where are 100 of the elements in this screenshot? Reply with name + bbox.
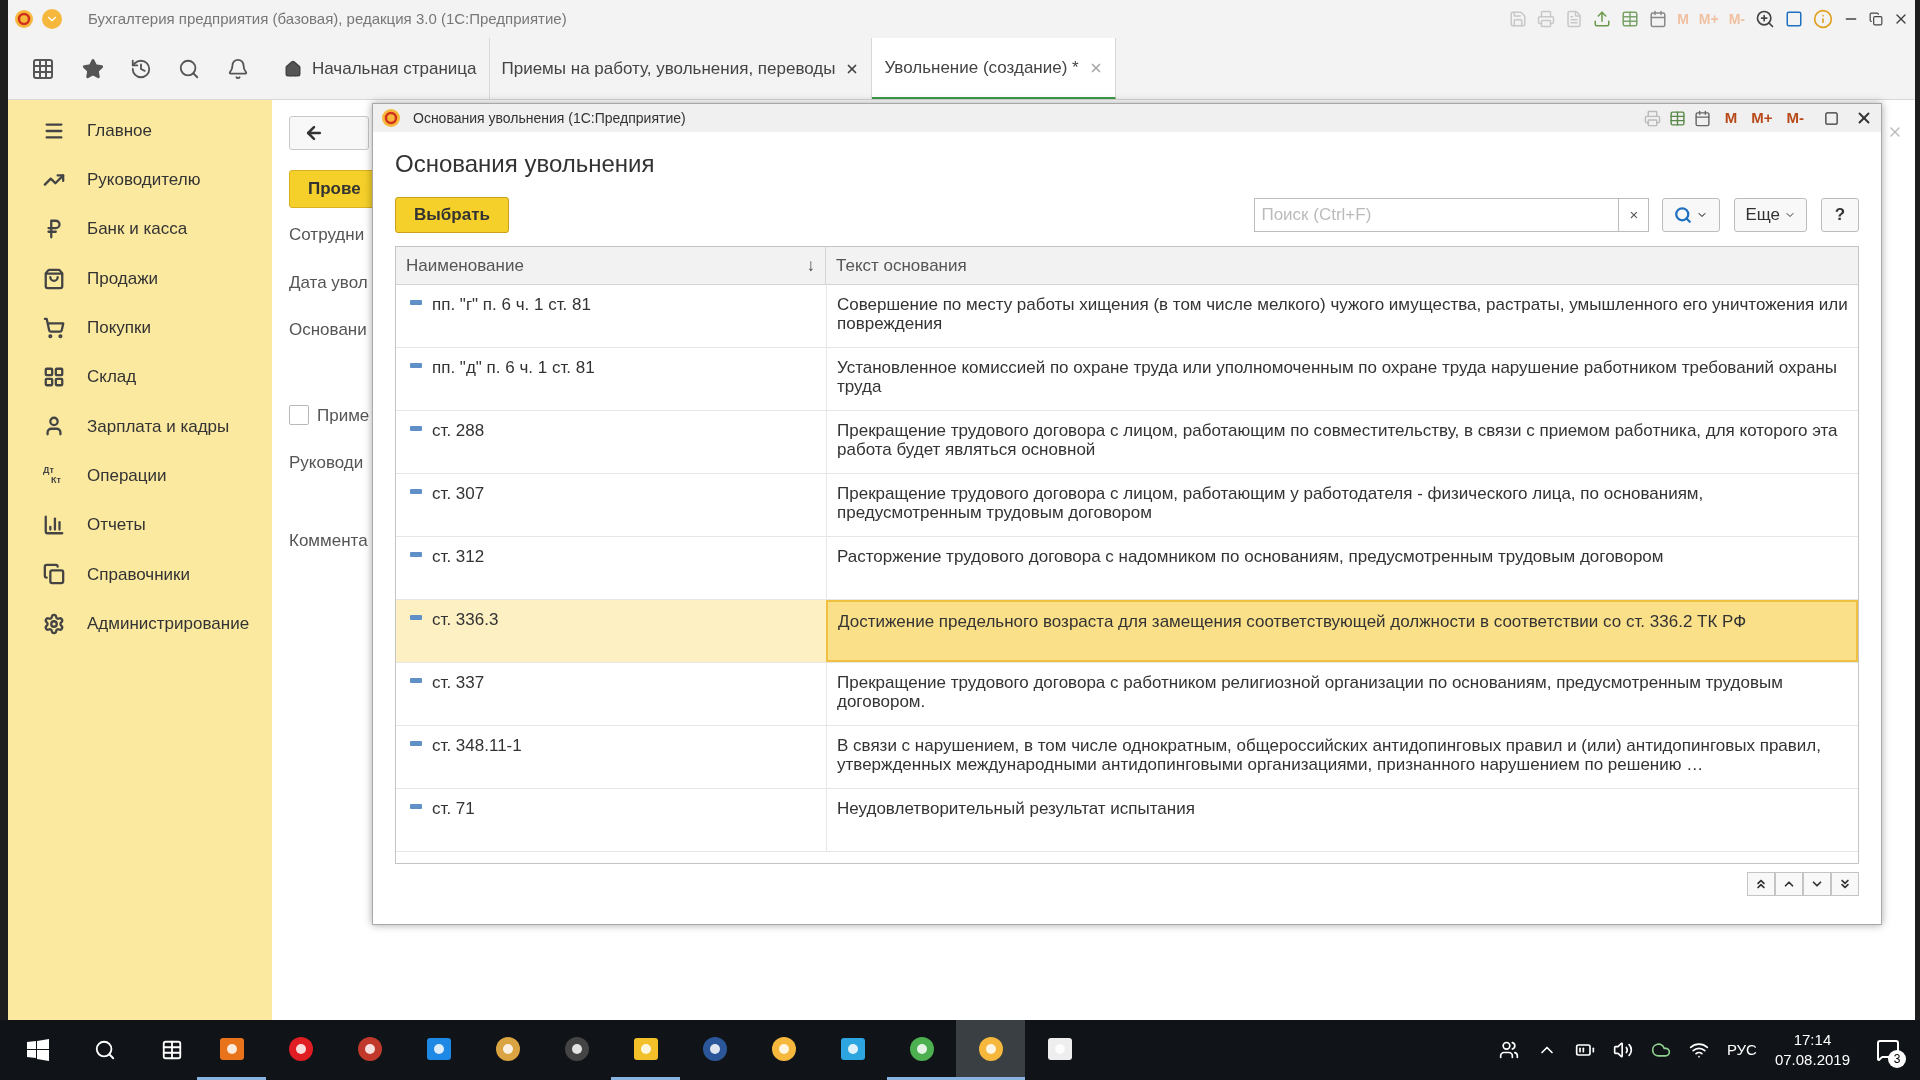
- first-page-button[interactable]: [1747, 872, 1775, 896]
- field-label: Сотрудни: [289, 224, 365, 246]
- memory-button[interactable]: M: [1724, 106, 1738, 130]
- table-cell: ст. 348.11-1: [432, 736, 522, 755]
- people-icon[interactable]: [1498, 1040, 1519, 1060]
- table-icon[interactable]: [1668, 109, 1686, 127]
- app-icon: [355, 1034, 384, 1063]
- search-button[interactable]: [1662, 198, 1721, 232]
- field-label: Дата увол: [289, 271, 368, 294]
- item-icon: [410, 363, 422, 369]
- notifications-button[interactable]: 3: [1868, 1030, 1908, 1070]
- history-icon[interactable]: [129, 57, 152, 80]
- dialog-heading: Основания увольнения: [395, 149, 656, 179]
- person-icon: [43, 415, 65, 438]
- double-up-icon: [1754, 877, 1768, 891]
- restore-icon[interactable]: [1869, 12, 1883, 26]
- sidebar-item[interactable]: Банк и касса: [8, 204, 272, 254]
- zoom-icon[interactable]: [1755, 9, 1775, 29]
- sidebar-item[interactable]: Отчеты: [8, 500, 272, 550]
- dialog-title: Основания увольнения (1С:Предприятие): [413, 108, 686, 128]
- table-cell: Совершение по месту работы хищения (в том числе мелкого) чужого имущества, растраты, умышленного его уничтожения или повреждения: [826, 285, 1858, 347]
- sidebar-item[interactable]: Зарплата и кадры: [8, 401, 272, 452]
- upload-icon[interactable]: [1593, 10, 1612, 28]
- more-button[interactable]: Еще: [1734, 198, 1807, 232]
- sidebar-item[interactable]: Главное: [8, 106, 272, 156]
- column-header[interactable]: Текст основания: [826, 247, 1858, 284]
- panel-icon[interactable]: [1785, 10, 1803, 28]
- home-icon: [284, 59, 302, 78]
- table-cell: Неудовлетворительный результат испытания: [826, 789, 1858, 851]
- sidebar-item[interactable]: Склад: [8, 352, 272, 402]
- sort-indicator: ↓: [806, 254, 815, 277]
- table-cell: ст. 71: [432, 799, 475, 818]
- documents-icon: [43, 563, 65, 586]
- maximize-icon[interactable]: [1824, 110, 1839, 126]
- favorites-icon[interactable]: [81, 57, 104, 80]
- next-button[interactable]: [1803, 872, 1831, 896]
- calendar-icon[interactable]: [1693, 109, 1711, 127]
- item-icon: [410, 552, 422, 558]
- windows-logo-icon[interactable]: [27, 1039, 49, 1061]
- app-icon: [286, 1034, 315, 1063]
- previous-button[interactable]: [1775, 872, 1803, 896]
- apps-icon[interactable]: [31, 56, 56, 81]
- bag-icon: [43, 267, 65, 290]
- search-icon[interactable]: [94, 1039, 116, 1061]
- column-header[interactable]: Наименование ↓: [396, 247, 826, 284]
- wifi-icon[interactable]: [1688, 1040, 1709, 1060]
- checkbox[interactable]: [289, 405, 309, 426]
- last-page-button[interactable]: [1831, 872, 1859, 896]
- tab[interactable]: Увольнение (создание) *: [872, 38, 1116, 99]
- sidebar-item[interactable]: Администрирование: [8, 598, 272, 649]
- search-icon[interactable]: [178, 57, 201, 80]
- sidebar-item[interactable]: Дт Кт Операции: [8, 451, 272, 501]
- table-cell: Расторжение трудового договора с надомником по основаниям, предусмотренным трудовым договором: [826, 537, 1858, 599]
- grid-icon: [43, 366, 65, 389]
- app-icon: [907, 1034, 936, 1063]
- clock-date[interactable]: 07.08.2019: [1774, 1050, 1850, 1070]
- help-button[interactable]: ?: [1821, 198, 1859, 232]
- sidebar-item[interactable]: Справочники: [8, 549, 272, 599]
- language-indicator[interactable]: РУС: [1726, 1038, 1757, 1062]
- sidebar-item[interactable]: Продажи: [8, 253, 272, 304]
- message-icon: [1876, 1038, 1900, 1062]
- table-cell: ст. 337: [432, 673, 485, 692]
- task-view-icon[interactable]: [161, 1039, 183, 1061]
- bell-icon[interactable]: [226, 57, 249, 80]
- taskbar-app[interactable]: [956, 1020, 1025, 1080]
- sidebar-item[interactable]: Покупки: [8, 303, 272, 353]
- field-label: Приме: [317, 404, 370, 427]
- volume-icon[interactable]: [1612, 1040, 1633, 1060]
- app-icon: [562, 1034, 591, 1063]
- table-icon[interactable]: [1621, 10, 1640, 28]
- item-icon: [410, 300, 422, 306]
- memory-button[interactable]: M+: [1751, 106, 1773, 130]
- item-icon: [410, 426, 422, 432]
- item-icon: [410, 804, 422, 810]
- cart-icon: [43, 316, 65, 339]
- table-cell: пп. "г" п. 6 ч. 1 ст. 81: [432, 295, 591, 314]
- clock-time[interactable]: 17:14: [1793, 1030, 1832, 1050]
- calendar-icon[interactable]: [1649, 10, 1668, 28]
- sidebar-item[interactable]: Руководителю: [8, 155, 272, 205]
- back-button[interactable]: [289, 116, 369, 150]
- double-down-icon: [1838, 877, 1852, 891]
- app-icon: [976, 1034, 1005, 1063]
- select-button[interactable]: Выбрать: [395, 197, 509, 233]
- field-label: Коммента: [289, 529, 368, 552]
- table-cell: Прекращение трудового договора с лицом, работающим у работодателя - физического лица, по основаниям, предусмотренным трудовым договором: [826, 474, 1858, 536]
- app-icon: [700, 1034, 729, 1063]
- item-icon: [410, 678, 422, 684]
- debit-credit-icon: Дт Кт: [43, 464, 65, 487]
- memory-button[interactable]: M-: [1786, 106, 1804, 130]
- tab[interactable]: Начальная страница: [272, 38, 490, 99]
- table-cell: ст. 336.3: [432, 610, 499, 629]
- table-cell: пп. "д" п. 6 ч. 1 ст. 81: [432, 358, 595, 377]
- search-icon: [1674, 206, 1693, 224]
- clear-button[interactable]: ×: [1619, 198, 1650, 232]
- settings-icon: [43, 612, 65, 635]
- app-logo-icon: [381, 108, 401, 128]
- table-cell: Прекращение трудового договора с работником религиозной организации по основаниям, предусмотренным трудовым договором.: [826, 663, 1858, 725]
- table-cell: Достижение предельного возраста для замещения соответствующей должности в соответствии со ст. 336.2 ТК РФ: [826, 600, 1858, 662]
- cloud-icon[interactable]: [1650, 1040, 1671, 1060]
- table-cell: ст. 288: [432, 421, 485, 440]
